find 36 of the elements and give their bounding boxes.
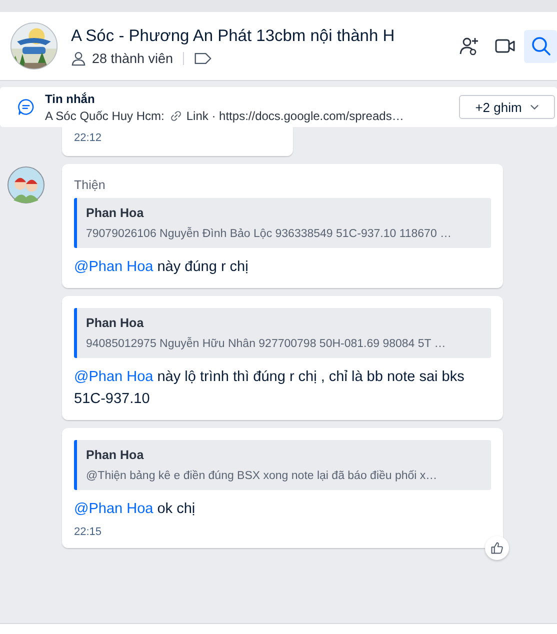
message-icon [17, 98, 35, 116]
quote-text: @Thiện bảng kê e điền đúng BSX xong note lại đã báo điều phối x… [86, 470, 438, 482]
mention-link[interactable]: @Phan Hoa [74, 369, 154, 385]
chevron-down-icon [530, 104, 539, 110]
quote-text: 79079026106 Nguyễn Đình Bảo Lộc 936338549 51C-937.10 118670 … [86, 228, 453, 240]
quote-text: 94085012975 Nguyễn Hữu Nhân 927700798 50H-081.69 98084 5T … [86, 338, 447, 350]
tag-icon[interactable] [194, 52, 212, 64]
mention-link[interactable]: @Phan Hoa [74, 501, 154, 517]
thumbs-up-icon [490, 541, 504, 555]
avatar[interactable] [7, 166, 45, 204]
sender-name: Thiện [74, 178, 106, 192]
quoted-message[interactable]: Phan Hoa @Thiện bảng kê e điền đúng BSX xong note lại đã báo điều phối x… [74, 440, 491, 490]
group-title: A Sóc - Phương An Phát 13cbm nội thành H [71, 26, 396, 46]
quote-author: Phan Hoa [86, 448, 145, 462]
pinned-sender: A Sóc Quốc Huy Hcm: [45, 108, 164, 122]
pinned-label: Tin nhắn [45, 92, 96, 106]
pinned-bar[interactable]: Tin nhắn A Sóc Quốc Huy Hcm: Link · https://docs.google.com/spreads… +2 ghim [0, 87, 557, 127]
message-time: 22:12 [74, 132, 103, 144]
quoted-message[interactable]: Phan Hoa 94085012975 Nguyễn Hữu Nhân 927700798 50H-081.69 98084 5T … [74, 308, 491, 358]
search-icon [530, 35, 552, 57]
pinned-count-button[interactable]: +2 ghim [459, 95, 555, 119]
message-time: 22:15 [74, 526, 103, 538]
person-icon [71, 50, 86, 66]
pinned-link: Link · https://docs.google.com/spreads… [186, 108, 404, 122]
quoted-message[interactable]: Phan Hoa 79079026106 Nguyễn Đình Bảo Lộc 936338549 51C-937.10 118670 … [74, 198, 491, 248]
quote-author: Phan Hoa [86, 316, 145, 330]
quote-author: Phan Hoa [86, 206, 145, 220]
link-icon [170, 110, 182, 122]
add-person-icon [458, 35, 480, 57]
search-button[interactable] [524, 30, 557, 62]
message-text: @Phan Hoa ok chị [74, 500, 196, 519]
like-button[interactable] [485, 536, 509, 560]
mention-link[interactable]: @Phan Hoa [74, 259, 154, 275]
message-text: @Phan Hoa này lộ trình thì đúng r chị , chỉ là bb note sai bks 51C-937.10 [74, 368, 466, 409]
member-count[interactable]: 28 thành viên [92, 50, 174, 66]
message-text: @Phan Hoa này đúng r chị [74, 258, 250, 277]
